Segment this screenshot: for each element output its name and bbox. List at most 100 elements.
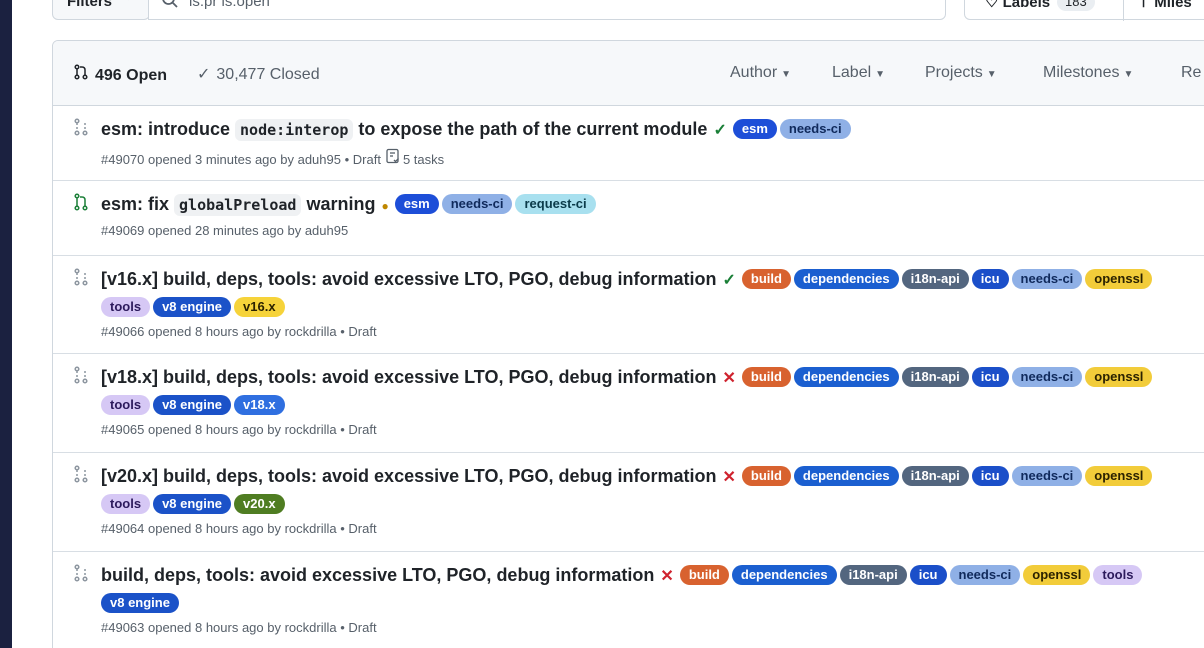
label-needs-ci[interactable]: needs-ci	[441, 194, 513, 214]
draft-pull-request-icon	[73, 564, 89, 587]
label-dependencies[interactable]: dependencies	[793, 269, 899, 289]
check-icon: ✓	[197, 66, 211, 83]
search-input[interactable]: is:pr is:open	[148, 0, 946, 20]
pr-row: [v18.x] build, deps, tools: avoid excess…	[53, 354, 1204, 453]
search-value: is:pr is:open	[189, 0, 270, 10]
label-openssl[interactable]: openssl	[1085, 367, 1153, 387]
label-esm[interactable]: esm	[732, 119, 777, 139]
pr-list-header: 496 Open ✓ 30,477 Closed Author ▼ Label ▼ P…	[53, 41, 1204, 106]
label-i18n-api[interactable]: i18n-api	[901, 269, 969, 289]
pr-title-code: node:interop	[235, 119, 354, 141]
pr-title-text: esm: fix	[101, 194, 175, 214]
label-menu[interactable]: Label ▼	[832, 64, 885, 82]
pr-title-text: build, deps, tools: avoid excessive LTO,…	[101, 565, 655, 585]
check-failure-icon[interactable]: ✕	[722, 370, 735, 387]
label-dependencies[interactable]: dependencies	[793, 367, 899, 387]
milestones-label: Milestones	[1043, 64, 1120, 81]
pr-title-link[interactable]: [v16.x] build, deps, tools: avoid excess…	[101, 269, 716, 289]
label-openssl[interactable]: openssl	[1023, 565, 1091, 585]
pr-title-link[interactable]: [v18.x] build, deps, tools: avoid excess…	[101, 367, 716, 387]
pr-meta-text: #49069 opened 28 minutes ago by aduh95	[101, 223, 349, 238]
label-dependencies[interactable]: dependencies	[793, 466, 899, 486]
label-needs-ci[interactable]: needs-ci	[1011, 466, 1083, 486]
pr-meta: #49063 opened 8 hours ago by rockdrilla …	[101, 620, 1201, 635]
label-dependencies[interactable]: dependencies	[731, 565, 837, 585]
open-filter[interactable]: 496 Open	[73, 64, 167, 85]
pr-row: build, deps, tools: avoid excessive LTO,…	[53, 552, 1204, 648]
label-v16-x[interactable]: v16.x	[234, 297, 285, 317]
labels-milestones-group: ♡ Labels 183 ⊤ Miles	[964, 0, 1204, 21]
label-i18n-api[interactable]: i18n-api	[901, 367, 969, 387]
label-openssl[interactable]: openssl	[1085, 269, 1153, 289]
label-needs-ci[interactable]: needs-ci	[779, 119, 851, 139]
pr-body: [v18.x] build, deps, tools: avoid excess…	[101, 364, 1201, 437]
pr-title-link[interactable]: [v20.x] build, deps, tools: avoid excess…	[101, 466, 716, 486]
filters-label: Filters	[67, 0, 113, 10]
pr-body: build, deps, tools: avoid excessive LTO,…	[101, 562, 1201, 635]
pr-row: esm: fix globalPreload warning ● esm needs-…	[53, 181, 1204, 256]
label-request-ci[interactable]: request-ci	[515, 194, 596, 214]
pr-title-line: [v18.x] build, deps, tools: avoid excess…	[101, 364, 1201, 418]
label-openssl[interactable]: openssl	[1085, 466, 1153, 486]
label-esm[interactable]: esm	[394, 194, 439, 214]
label-i18n-api[interactable]: i18n-api	[839, 565, 907, 585]
check-failure-icon[interactable]: ✕	[660, 568, 673, 585]
label-v8-engine[interactable]: v8 engine	[153, 494, 232, 514]
label-tools[interactable]: tools	[101, 395, 151, 415]
check-success-icon[interactable]: ✓	[713, 122, 726, 139]
caret-down-icon: ▼	[781, 69, 792, 80]
label-build[interactable]: build	[741, 269, 791, 289]
label-v20-x[interactable]: v20.x	[234, 494, 285, 514]
label-needs-ci[interactable]: needs-ci	[949, 565, 1021, 585]
pr-title-link[interactable]: esm: introduce node:interop to expose th…	[101, 119, 707, 141]
pr-title-text: warning	[301, 194, 376, 214]
pr-title-link[interactable]: build, deps, tools: avoid excessive LTO,…	[101, 565, 654, 585]
check-failure-icon[interactable]: ✕	[722, 469, 735, 486]
pr-title-link[interactable]: esm: fix globalPreload warning	[101, 194, 376, 216]
label-tools[interactable]: tools	[1093, 565, 1143, 585]
closed-count: 30,477 Closed	[216, 66, 320, 83]
label-v8-engine[interactable]: v8 engine	[101, 593, 179, 613]
milestone-icon: ⊤	[1137, 0, 1155, 11]
pr-meta-text: #49065 opened 8 hours ago by rockdrilla …	[101, 422, 377, 437]
pr-meta-text: #49064 opened 8 hours ago by rockdrilla …	[101, 521, 377, 536]
label-icu[interactable]: icu	[971, 269, 1009, 289]
reviews-menu[interactable]: Re	[1181, 64, 1201, 82]
label-v8-engine[interactable]: v8 engine	[153, 297, 232, 317]
pr-body: esm: introduce node:interop to expose th…	[101, 116, 1201, 167]
open-count: 496 Open	[95, 67, 168, 84]
caret-down-icon: ▼	[986, 69, 997, 80]
label-needs-ci[interactable]: needs-ci	[1011, 269, 1083, 289]
label-tools[interactable]: tools	[101, 297, 151, 317]
closed-filter[interactable]: ✓ 30,477 Closed	[197, 64, 320, 84]
label-icu[interactable]: icu	[971, 367, 1009, 387]
tag-icon: ♡	[985, 0, 1003, 11]
labels-label: Labels	[1002, 0, 1051, 11]
filters-button[interactable]: Filters ▼	[52, 0, 150, 20]
pr-title-text: esm: introduce	[101, 119, 236, 139]
label-v18-x[interactable]: v18.x	[234, 395, 285, 415]
label-icu[interactable]: icu	[971, 466, 1009, 486]
check-success-icon[interactable]: ✓	[722, 272, 735, 289]
milestones-menu[interactable]: Milestones ▼	[1043, 64, 1133, 82]
tasks-count[interactable]: 5 tasks	[403, 152, 444, 167]
label-i18n-api[interactable]: i18n-api	[901, 466, 969, 486]
labels-button[interactable]: ♡ Labels	[985, 0, 1050, 11]
author-menu[interactable]: Author ▼	[730, 64, 791, 82]
check-pending-icon[interactable]: ●	[381, 199, 388, 213]
label-tools[interactable]: tools	[101, 494, 151, 514]
label-build[interactable]: build	[679, 565, 729, 585]
pr-title-line: esm: fix globalPreload warning ● esm needs-…	[101, 191, 1201, 219]
label-icu[interactable]: icu	[909, 565, 947, 585]
label-v8-engine[interactable]: v8 engine	[153, 395, 232, 415]
pr-meta: #49069 opened 28 minutes ago by aduh95	[101, 223, 1201, 238]
label-build[interactable]: build	[741, 466, 791, 486]
label-needs-ci[interactable]: needs-ci	[1011, 367, 1083, 387]
label-build[interactable]: build	[741, 367, 791, 387]
pr-title-text: [v20.x] build, deps, tools: avoid excess…	[101, 466, 717, 486]
milestones-button[interactable]: ⊤ Miles	[1137, 0, 1192, 11]
draft-pull-request-icon	[73, 465, 89, 488]
pull-request-icon	[73, 193, 89, 216]
projects-menu[interactable]: Projects ▼	[925, 64, 997, 82]
pr-meta: #49064 opened 8 hours ago by rockdrilla …	[101, 521, 1201, 536]
